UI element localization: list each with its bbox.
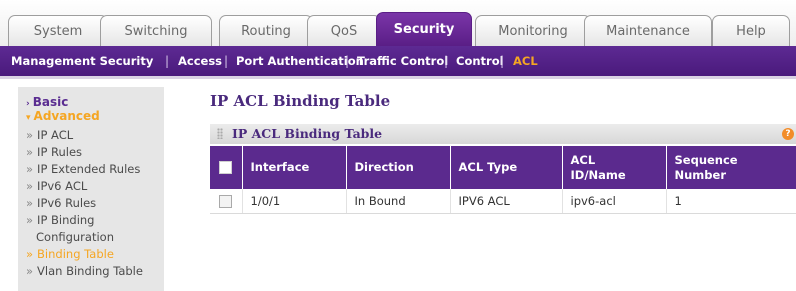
column-header-sequence-number: Sequence Number bbox=[666, 146, 796, 189]
column-header-line: Number bbox=[674, 167, 727, 182]
select-all-checkbox[interactable] bbox=[219, 161, 233, 174]
sidebar-section-basic[interactable]: › Basic bbox=[26, 95, 68, 109]
sidebar-item-ipv6-rules[interactable]: » IPv6 Rules bbox=[26, 196, 96, 210]
sidebar-item-label: IP Extended Rules bbox=[37, 162, 141, 176]
sidebar-item-label: IP Rules bbox=[37, 145, 83, 159]
panel-header: IP ACL Binding Table ? bbox=[210, 124, 796, 144]
cell-interface: 1/0/1 bbox=[242, 189, 347, 214]
bullet-icon: » bbox=[26, 247, 34, 261]
sidebar-item-ip-rules[interactable]: » IP Rules bbox=[26, 145, 82, 159]
cell-sequence-number: 1 bbox=[666, 189, 796, 214]
tab-routing[interactable]: Routing bbox=[219, 15, 313, 46]
sidebar-item-label: IP Binding bbox=[37, 213, 95, 227]
panel-title: IP ACL Binding Table bbox=[232, 126, 383, 141]
table-header-row: Interface Direction ACL Type ACL ID/Name … bbox=[210, 146, 796, 189]
subnav-traffic-control[interactable]: Traffic Control bbox=[357, 46, 448, 76]
bullet-icon: » bbox=[26, 179, 34, 193]
subnav-control[interactable]: Control bbox=[456, 46, 504, 76]
sidebar-item-label: IPv6 Rules bbox=[37, 196, 97, 210]
tab-system[interactable]: System bbox=[8, 15, 108, 46]
sidebar-item-ip-extended-rules[interactable]: » IP Extended Rules bbox=[26, 162, 140, 176]
sidebar-item-ipv6-acl[interactable]: » IPv6 ACL bbox=[26, 179, 87, 193]
subnav-separator: | bbox=[500, 54, 505, 68]
column-header-line: Sequence bbox=[674, 152, 738, 167]
sidebar-item-label: IP ACL bbox=[37, 128, 74, 142]
column-header-acl-id: ACL ID/Name bbox=[562, 146, 667, 189]
sidebar-item-vlan-binding-table[interactable]: » Vlan Binding Table bbox=[26, 264, 143, 278]
chevron-right-icon: › bbox=[26, 99, 30, 109]
column-header-line: ID/Name bbox=[570, 167, 626, 182]
tab-qos[interactable]: QoS bbox=[307, 15, 381, 46]
bullet-icon: » bbox=[26, 162, 34, 176]
sidebar-section-label: Basic bbox=[32, 95, 69, 109]
row-select-cell bbox=[210, 189, 243, 214]
column-header-line: ACL bbox=[570, 152, 596, 167]
top-tab-bar: System Switching Routing QoS Security Mo… bbox=[0, 0, 796, 46]
header-select-all bbox=[210, 146, 243, 189]
sidebar-item-label: Vlan Binding Table bbox=[37, 264, 143, 278]
bullet-icon: » bbox=[26, 196, 34, 210]
column-header-acl-type: ACL Type bbox=[450, 146, 563, 189]
subnav-separator: | bbox=[224, 54, 229, 68]
subnav-access[interactable]: Access bbox=[178, 46, 222, 76]
sidebar-item-label: Binding Table bbox=[37, 247, 114, 261]
chevron-down-icon: ▾ bbox=[26, 113, 31, 123]
sidebar: › Basic ▾ Advanced » IP ACL » IP Rules » IP E… bbox=[18, 87, 164, 291]
sidebar-item-label: IPv6 ACL bbox=[37, 179, 88, 193]
bullet-icon: » bbox=[26, 128, 34, 142]
tab-security[interactable]: Security bbox=[376, 12, 472, 46]
sidebar-item-ip-acl[interactable]: » IP ACL bbox=[26, 128, 73, 142]
subnav-acl[interactable]: ACL bbox=[513, 46, 538, 76]
cell-acl-id: ipv6-acl bbox=[562, 189, 667, 214]
sidebar-item-binding-table[interactable]: » Binding Table bbox=[26, 247, 114, 261]
sidebar-item-ip-binding[interactable]: » IP Binding bbox=[26, 213, 95, 227]
subnav-separator: | bbox=[444, 54, 449, 68]
column-header-direction: Direction bbox=[346, 146, 451, 189]
bullet-icon: » bbox=[26, 213, 34, 227]
subnav-management-security[interactable]: Management Security bbox=[11, 46, 153, 76]
acl-binding-table: Interface Direction ACL Type ACL ID/Name … bbox=[210, 146, 796, 214]
cell-acl-type: IPV6 ACL bbox=[450, 189, 563, 214]
subnav-separator: | bbox=[345, 54, 350, 68]
security-subnav: Management Security | Access | Port Auth… bbox=[0, 46, 796, 79]
sidebar-item-configuration[interactable]: Configuration bbox=[36, 230, 114, 244]
subnav-separator: | bbox=[165, 54, 170, 68]
cell-direction: In Bound bbox=[346, 189, 451, 214]
column-header-interface: Interface bbox=[242, 146, 347, 189]
tab-help[interactable]: Help bbox=[712, 15, 790, 46]
tab-maintenance[interactable]: Maintenance bbox=[584, 15, 712, 46]
sidebar-section-advanced[interactable]: ▾ Advanced bbox=[26, 109, 100, 123]
bullet-icon: » bbox=[26, 145, 34, 159]
sidebar-item-label: Configuration bbox=[36, 230, 114, 244]
bullet-icon: » bbox=[26, 264, 34, 278]
sidebar-section-label: Advanced bbox=[33, 109, 100, 123]
page-title: IP ACL Binding Table bbox=[210, 92, 391, 110]
row-select-checkbox[interactable] bbox=[219, 195, 233, 208]
table-row[interactable]: 1/0/1 In Bound IPV6 ACL ipv6-acl 1 bbox=[210, 189, 796, 214]
drag-handle-icon bbox=[217, 128, 223, 139]
help-icon[interactable]: ? bbox=[782, 128, 794, 140]
tab-switching[interactable]: Switching bbox=[100, 15, 212, 46]
tab-monitoring[interactable]: Monitoring bbox=[475, 15, 591, 46]
